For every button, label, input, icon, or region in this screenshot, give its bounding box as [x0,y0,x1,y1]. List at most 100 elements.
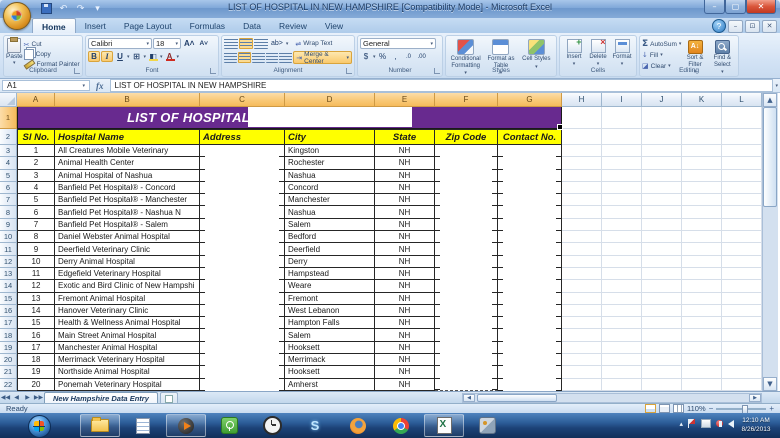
row-header-1[interactable]: 1 [0,107,17,129]
cell-contact-no-row-5[interactable] [498,170,562,182]
page-break-view-button[interactable] [673,404,684,413]
cell-zip-code-row-10[interactable] [435,231,498,243]
empty-cell[interactable] [602,145,642,157]
cell-address-row-10[interactable] [200,231,285,243]
cell-state-row-7[interactable]: NH [375,194,435,206]
empty-cell[interactable] [722,231,762,243]
column-header-l[interactable]: L [722,93,762,107]
empty-cell[interactable] [602,243,642,255]
cell-zip-code-row-16[interactable] [435,305,498,317]
fill-color-button[interactable]: ◧ [147,51,159,62]
cell-hospital-name-row-19[interactable]: Manchester Animal Hospital [55,342,200,354]
cell-city-row-21[interactable]: Hooksett [285,366,375,378]
cell-city-row-18[interactable]: Salem [285,329,375,341]
ribbon-tab-formulas[interactable]: Formulas [181,18,234,33]
row-header-13[interactable]: 13 [0,268,17,280]
office-button[interactable] [3,2,31,30]
empty-cell[interactable] [682,268,722,280]
empty-cell[interactable] [562,293,602,305]
align-middle-button[interactable] [239,38,253,49]
empty-cell[interactable] [682,293,722,305]
cell-hospital-name-row-17[interactable]: Health & Wellness Animal Hospital [55,317,200,329]
zoom-out-button[interactable]: − [709,405,714,413]
page-layout-view-button[interactable] [659,404,670,413]
paste-button[interactable]: Paste▾ [6,38,23,66]
cell-state-row-20[interactable]: NH [375,354,435,366]
name-box[interactable]: A1▾ [2,80,90,91]
cell-hospital-name-row-13[interactable]: Edgefield Veterinary Hospital [55,268,200,280]
cell-contact-no-row-16[interactable] [498,305,562,317]
row-header-17[interactable]: 17 [0,317,17,329]
empty-cell[interactable] [562,231,602,243]
empty-cell[interactable] [642,219,682,231]
cell-hospital-name-row-10[interactable]: Daniel Webster Animal Hospital [55,231,200,243]
empty-cell[interactable] [642,354,682,366]
empty-cell[interactable] [602,317,642,329]
cell-address-row-20[interactable] [200,354,285,366]
empty-cell[interactable] [562,379,602,391]
cell-address-row-21[interactable] [200,366,285,378]
cell-city-row-4[interactable]: Rochester [285,157,375,169]
row-header-16[interactable]: 16 [0,305,17,317]
table-header-zip-code[interactable]: Zip Code [435,129,498,145]
minimize-button[interactable]: – [704,0,725,14]
empty-cell[interactable] [722,194,762,206]
empty-cell[interactable] [722,342,762,354]
empty-cell[interactable] [642,329,682,341]
cell-hospital-name-row-14[interactable]: Exotic and Bird Clinic of New Hampshi [55,280,200,292]
empty-cell[interactable] [602,129,642,145]
empty-cell[interactable] [682,129,722,145]
cell-address-row-4[interactable] [200,157,285,169]
empty-cell[interactable] [602,219,642,231]
volume-icon[interactable] [728,420,734,428]
cell-sl-no-row-12[interactable]: 10 [17,256,55,268]
empty-cell[interactable] [562,305,602,317]
orientation-button[interactable]: ab˃ [269,38,285,49]
cell-state-row-9[interactable]: NH [375,219,435,231]
decrease-decimal-button[interactable]: .00 [416,51,428,62]
cell-hospital-name-row-5[interactable]: Animal Hospital of Nashua [55,170,200,182]
cell-hospital-name-row-12[interactable]: Derry Animal Hospital [55,256,200,268]
cell-zip-code-row-18[interactable] [435,329,498,341]
clock-app-taskbar-button[interactable] [252,414,292,437]
cell-hospital-name-row-21[interactable]: Northside Animal Hospital [55,366,200,378]
cell-address-row-3[interactable] [200,145,285,157]
align-left-button[interactable] [224,52,237,63]
cell-address-row-12[interactable] [200,256,285,268]
alignment-dialog-launcher[interactable] [346,68,352,74]
cell-sl-no-row-7[interactable]: 5 [17,194,55,206]
select-all-corner[interactable] [0,93,17,107]
cell-hospital-name-row-11[interactable]: Deerfield Veterinary Clinic [55,243,200,255]
cell-state-row-10[interactable]: NH [375,231,435,243]
cell-state-row-14[interactable]: NH [375,280,435,292]
cell-state-row-3[interactable]: NH [375,145,435,157]
empty-cell[interactable] [602,170,642,182]
cell-state-row-19[interactable]: NH [375,342,435,354]
cell-contact-no-row-21[interactable] [498,366,562,378]
empty-cell[interactable] [602,194,642,206]
windows-explorer-taskbar-button[interactable] [80,414,120,437]
empty-cell[interactable] [722,219,762,231]
column-header-h[interactable]: H [562,93,602,107]
cell-hospital-name-row-9[interactable]: Banfield Pet Hospital® - Salem [55,219,200,231]
decrease-indent-button[interactable] [266,52,279,63]
table-header-city[interactable]: City [285,129,375,145]
cell-contact-no-row-4[interactable] [498,157,562,169]
cell-contact-no-row-11[interactable] [498,243,562,255]
empty-cell[interactable] [722,145,762,157]
empty-cell[interactable] [722,329,762,341]
cell-state-row-5[interactable]: NH [375,170,435,182]
scroll-down-button[interactable]: ▼ [763,377,777,391]
empty-cell[interactable] [682,379,722,391]
empty-cell[interactable] [562,107,602,129]
empty-cell[interactable] [682,317,722,329]
empty-cell[interactable] [642,280,682,292]
cell-address-row-6[interactable] [200,182,285,194]
empty-cell[interactable] [562,268,602,280]
format-cells-button[interactable]: Format▾ [610,38,634,67]
row-header-5[interactable]: 5 [0,170,17,182]
horizontal-scrollbar[interactable]: ◀ ▶ [462,393,762,403]
row-header-19[interactable]: 19 [0,342,17,354]
cell-city-row-19[interactable]: Hooksett [285,342,375,354]
empty-cell[interactable] [722,280,762,292]
